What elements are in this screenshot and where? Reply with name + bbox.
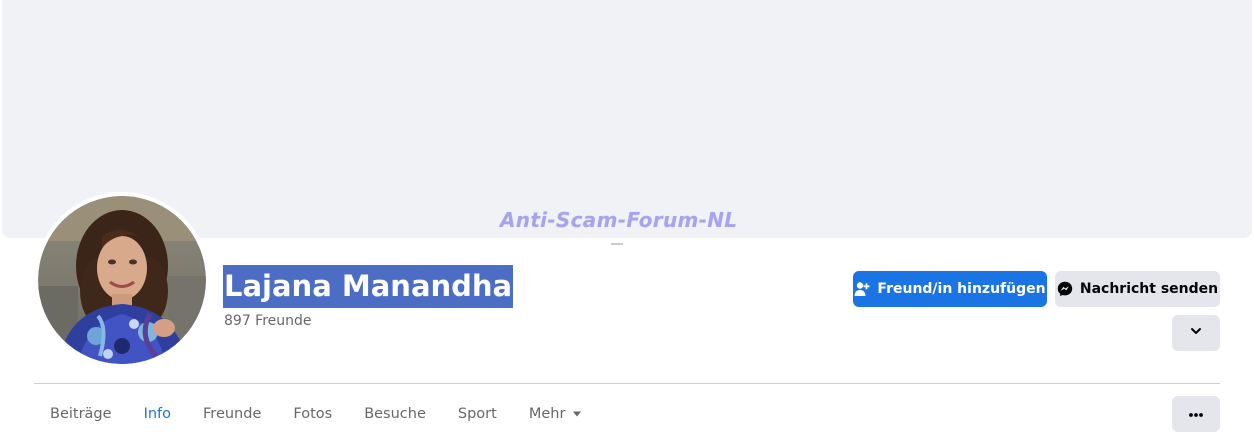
send-message-button[interactable]: Nachricht senden — [1055, 271, 1220, 307]
cover-photo[interactable] — [2, 0, 1252, 238]
header-divider — [34, 383, 1220, 384]
add-friend-label: Freund/in hinzufügen — [877, 281, 1046, 297]
tab-mehr[interactable]: Mehr — [513, 395, 599, 433]
tab-label: Freunde — [203, 406, 262, 422]
profile-name: Lajana Manandha — [224, 269, 513, 303]
profile-name-highlight: Lajana Manandha — [223, 265, 514, 308]
tab-label: Sport — [457, 406, 497, 422]
messenger-icon — [1057, 281, 1073, 297]
tab-label: Beiträge — [50, 406, 112, 422]
avatar[interactable] — [38, 196, 206, 364]
tab-label: Fotos — [293, 406, 333, 422]
tab-label: Besuche — [364, 406, 426, 422]
person-add-icon — [854, 281, 870, 297]
tab-fotos[interactable]: Fotos — [277, 395, 348, 433]
tab-besuche[interactable]: Besuche — [348, 395, 442, 433]
tab-beitraege[interactable]: Beiträge — [34, 395, 128, 433]
tab-label: Mehr — [528, 406, 566, 422]
caret-down-icon — [572, 410, 582, 418]
more-dots-icon — [1188, 406, 1204, 422]
tab-freunde[interactable]: Freunde — [187, 395, 277, 433]
tab-sport[interactable]: Sport — [442, 395, 513, 433]
friends-count-link[interactable]: 897 Freunde — [224, 313, 312, 329]
expand-profile-button[interactable] — [1172, 315, 1220, 351]
more-options-button[interactable] — [1172, 396, 1220, 432]
send-message-label: Nachricht senden — [1079, 281, 1219, 297]
chevron-down-icon — [1189, 324, 1203, 342]
tab-info[interactable]: Info — [128, 395, 187, 433]
cover-divider-mark — [611, 243, 623, 245]
profile-tabs: Beiträge Info Freunde Fotos Besuche Spor… — [34, 395, 598, 433]
watermark-text: Anti-Scam-Forum-NL — [500, 208, 738, 232]
tab-label: Info — [143, 406, 172, 422]
profile-page: Anti-Scam-Forum-NL Lajana Manandha 897 F… — [0, 0, 1254, 440]
profile-photo-icon — [38, 196, 206, 364]
add-friend-button[interactable]: Freund/in hinzufügen — [853, 271, 1047, 307]
